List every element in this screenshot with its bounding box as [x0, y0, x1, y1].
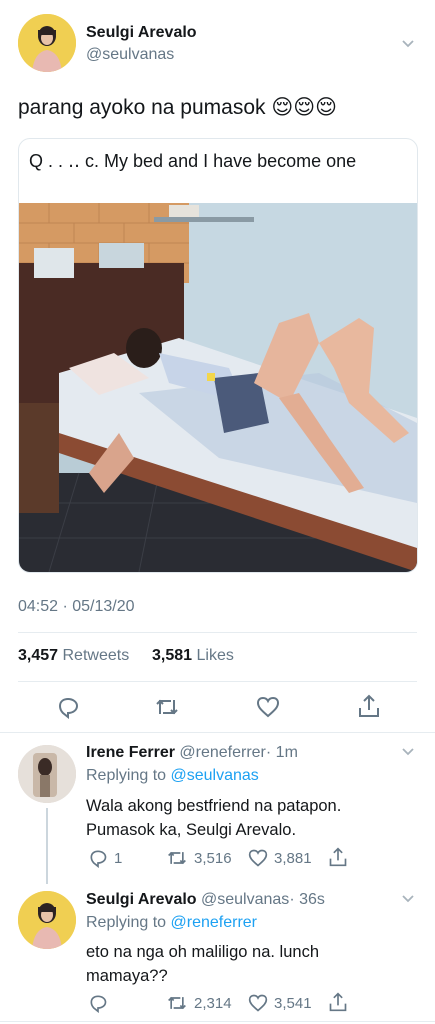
share-button[interactable]	[328, 991, 348, 1013]
retweet-button[interactable]	[154, 695, 180, 719]
likes-count: 3,581	[152, 647, 193, 664]
likes-label: Likes	[196, 647, 234, 664]
like-icon	[248, 994, 268, 1012]
retweets-label: Retweets	[62, 647, 130, 664]
retweet-icon	[168, 996, 186, 1010]
avatar-image	[18, 745, 76, 803]
avatar-image	[18, 14, 76, 72]
reply-author-handle[interactable]: @reneferrer	[179, 744, 266, 761]
reply-button[interactable]	[56, 695, 80, 719]
like-icon	[256, 696, 280, 718]
quoted-tweet-card[interactable]: Q . . ‥ ᴄ. My bed and I have become one	[18, 138, 418, 573]
reply-time: · 36s	[289, 891, 325, 908]
avatar-image	[18, 891, 76, 949]
share-icon	[329, 847, 347, 867]
divider	[18, 632, 417, 633]
reply-text: Wala akong bestfriend na patapon. Pumaso…	[86, 797, 342, 839]
replying-to-label: Replying to	[86, 914, 167, 931]
reply-author-name[interactable]: Irene Ferrer	[86, 744, 175, 761]
author-handle[interactable]: @seulvanas	[86, 46, 174, 64]
retweet-count: 3,516	[194, 849, 232, 867]
reply-avatar[interactable]	[18, 891, 76, 949]
author-name[interactable]: Seulgi Arevalo	[86, 24, 197, 42]
reply-button[interactable]	[88, 993, 114, 1013]
share-icon	[329, 992, 347, 1012]
replying-to: Replying to @reneferrer	[86, 914, 257, 932]
replying-to-handle[interactable]: @reneferrer	[171, 914, 258, 931]
replying-to-label: Replying to	[86, 767, 167, 784]
share-icon	[359, 694, 379, 717]
retweet-count: 2,314	[194, 994, 232, 1012]
reply-author-handle[interactable]: @seulvanas	[201, 891, 289, 908]
retweet-icon	[168, 851, 186, 865]
quoted-tweet-text: Q . . ‥ ᴄ. My bed and I have become one	[29, 151, 357, 171]
bed-photo	[19, 203, 417, 572]
chevron-down-icon[interactable]	[401, 892, 415, 906]
divider	[18, 681, 417, 682]
author-avatar[interactable]	[18, 14, 76, 72]
reply-header: Irene Ferrer @reneferrer· 1m	[86, 744, 298, 762]
like-button[interactable]	[256, 695, 280, 719]
tweet-timestamp[interactable]: 04:52 · 05/13/20	[18, 598, 135, 616]
reply-icon	[90, 850, 107, 868]
chevron-down-icon[interactable]	[401, 37, 415, 51]
replying-to-handle[interactable]: @seulvanas	[171, 767, 259, 784]
share-button[interactable]	[357, 693, 381, 719]
reply-icon	[58, 697, 79, 719]
section-divider	[0, 1021, 435, 1022]
section-divider	[0, 732, 435, 733]
share-button[interactable]	[328, 846, 348, 868]
like-button[interactable]: 3,881	[248, 848, 312, 868]
thread-line	[46, 808, 48, 884]
reply-time: · 1m	[265, 744, 298, 761]
like-icon	[248, 849, 268, 867]
reply-icon	[90, 995, 107, 1013]
likes-stat[interactable]: 3,581 Likes	[152, 647, 234, 665]
retweet-button[interactable]: 3,516	[166, 848, 232, 868]
retweets-stat[interactable]: 3,457 Retweets	[18, 647, 129, 665]
like-count: 3,881	[274, 849, 312, 867]
like-button[interactable]: 3,541	[248, 993, 312, 1013]
reply-button[interactable]: 1	[88, 848, 122, 868]
reply-header: Seulgi Arevalo @seulvanas· 36s	[86, 891, 325, 909]
tweet-text: parang ayoko na pumasok 😌😌😌	[18, 96, 338, 119]
reply-author-name[interactable]: Seulgi Arevalo	[86, 891, 197, 908]
replying-to: Replying to @seulvanas	[86, 767, 259, 785]
retweet-button[interactable]: 2,314	[166, 993, 232, 1013]
chevron-down-icon[interactable]	[401, 745, 415, 759]
retweet-icon	[156, 699, 178, 715]
reply-count: 1	[114, 849, 123, 867]
reply-text: eto na nga oh maliligo na. lunch mamaya?…	[86, 943, 319, 985]
like-count: 3,541	[274, 994, 312, 1012]
retweets-count: 3,457	[18, 647, 59, 664]
quoted-tweet-photo[interactable]	[19, 203, 417, 572]
reply-avatar[interactable]	[18, 745, 76, 803]
